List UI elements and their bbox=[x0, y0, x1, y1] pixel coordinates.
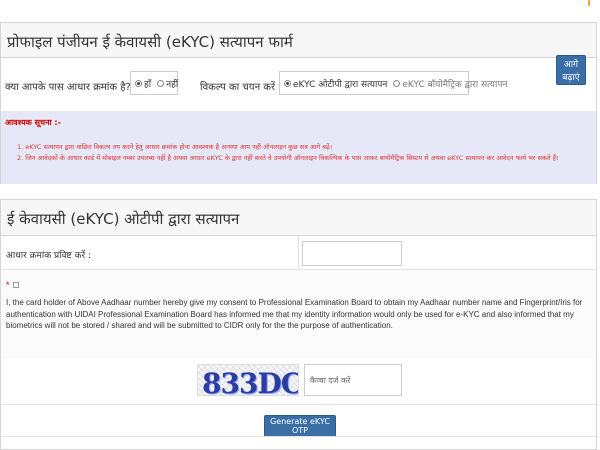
ekyc-otp-option[interactable]: eKYC ओटीपी द्वारा सत्यापन bbox=[284, 77, 387, 90]
aadhaar-availability-radio-group: हाँ नहीं bbox=[130, 71, 178, 95]
row-divider bbox=[298, 236, 299, 270]
important-notice-box: आवश्यक सूचना :- 1. eKYC सत्यापन द्वारा व… bbox=[1, 111, 596, 184]
bottom-divider bbox=[1, 436, 596, 437]
ekyc-form-page: प्रोफाइल पंजीयन ई केवायसी (eKYC) सत्यापन… bbox=[0, 0, 600, 450]
captcha-text: 833DC bbox=[202, 367, 299, 396]
select-option-label: विकल्प का चयन करें bbox=[200, 82, 276, 93]
profile-registration-panel: प्रोफाइल पंजीयन ई केवायसी (eKYC) सत्यापन… bbox=[0, 22, 597, 184]
notice-item: 1. eKYC सत्यापन द्वारा वांछित विकल्प तय … bbox=[17, 143, 333, 151]
aadhaar-yes-label: हाँ bbox=[144, 79, 152, 90]
consent-checkbox[interactable] bbox=[13, 282, 19, 288]
ekyc-biometric-label: eKYC बॉयोमैट्रिक द्वारा सत्यापन bbox=[402, 79, 508, 90]
aadhaar-number-label: आधार क्रमांक प्रविष्ट करें : bbox=[6, 251, 92, 261]
button-row: Generate eKYC OTP bbox=[1, 404, 596, 437]
ekyc-otp-radio[interactable] bbox=[284, 79, 291, 87]
profile-panel-title: प्रोफाइल पंजीयन ई केवायसी (eKYC) सत्यापन… bbox=[1, 23, 596, 58]
notice-item: 2. जिन आवेदकों के आधार कार्ड में मोबाइल … bbox=[17, 154, 559, 162]
ekyc-otp-label: eKYC ओटीपी द्वारा सत्यापन bbox=[293, 79, 388, 90]
important-notice-list: 1. eKYC सत्यापन द्वारा वांछित विकल्प तय … bbox=[5, 142, 592, 164]
ekyc-method-radio-group: eKYC ओटीपी द्वारा सत्यापन eKYC बॉयोमैट्र… bbox=[279, 71, 507, 95]
aadhaar-number-row: आधार क्रमांक प्रविष्ट करें : bbox=[1, 236, 596, 270]
captcha-image: 833DC bbox=[197, 364, 299, 396]
aadhaar-yes-radio[interactable] bbox=[135, 79, 142, 87]
ekyc-panel-title: ई केवायसी (eKYC) ओटीपी द्वारा सत्यापन bbox=[1, 200, 596, 236]
ekyc-otp-panel: ई केवायसी (eKYC) ओटीपी द्वारा सत्यापन आध… bbox=[0, 199, 597, 450]
captcha-input[interactable]: कैप्चा दर्ज करें bbox=[304, 364, 402, 396]
options-row: क्या आपके पास आधार क्रमांक है? हाँ नहीं … bbox=[1, 59, 596, 111]
aadhaar-number-input[interactable] bbox=[302, 241, 402, 266]
top-strip bbox=[0, 0, 600, 6]
ekyc-biometric-radio[interactable] bbox=[393, 79, 401, 87]
ekyc-biometric-option[interactable]: eKYC बॉयोमैट्रिक द्वारा सत्यापन bbox=[393, 77, 507, 90]
aadhaar-no-radio[interactable] bbox=[157, 79, 165, 87]
consent-section: * I, the card holder of Above Aadhaar nu… bbox=[1, 270, 596, 358]
aadhaar-no-label: नहीं bbox=[166, 79, 179, 90]
aadhaar-no-option[interactable]: नहीं bbox=[157, 77, 178, 90]
generate-otp-button[interactable]: Generate eKYC OTP bbox=[264, 415, 336, 437]
aadhaar-yes-option[interactable]: हाँ bbox=[135, 77, 151, 90]
important-notice-title: आवश्यक सूचना :- bbox=[5, 118, 61, 127]
captcha-row: 833DC कैप्चा दर्ज करें bbox=[1, 358, 596, 404]
consent-text: I, the card holder of Above Aadhaar numb… bbox=[6, 298, 583, 330]
aadhaar-question-label: क्या आपके पास आधार क्रमांक है? bbox=[5, 82, 131, 93]
required-star: * bbox=[6, 280, 10, 290]
top-accent-mark bbox=[588, 0, 590, 6]
proceed-button[interactable]: आगे बढ़ाएं bbox=[556, 55, 586, 85]
